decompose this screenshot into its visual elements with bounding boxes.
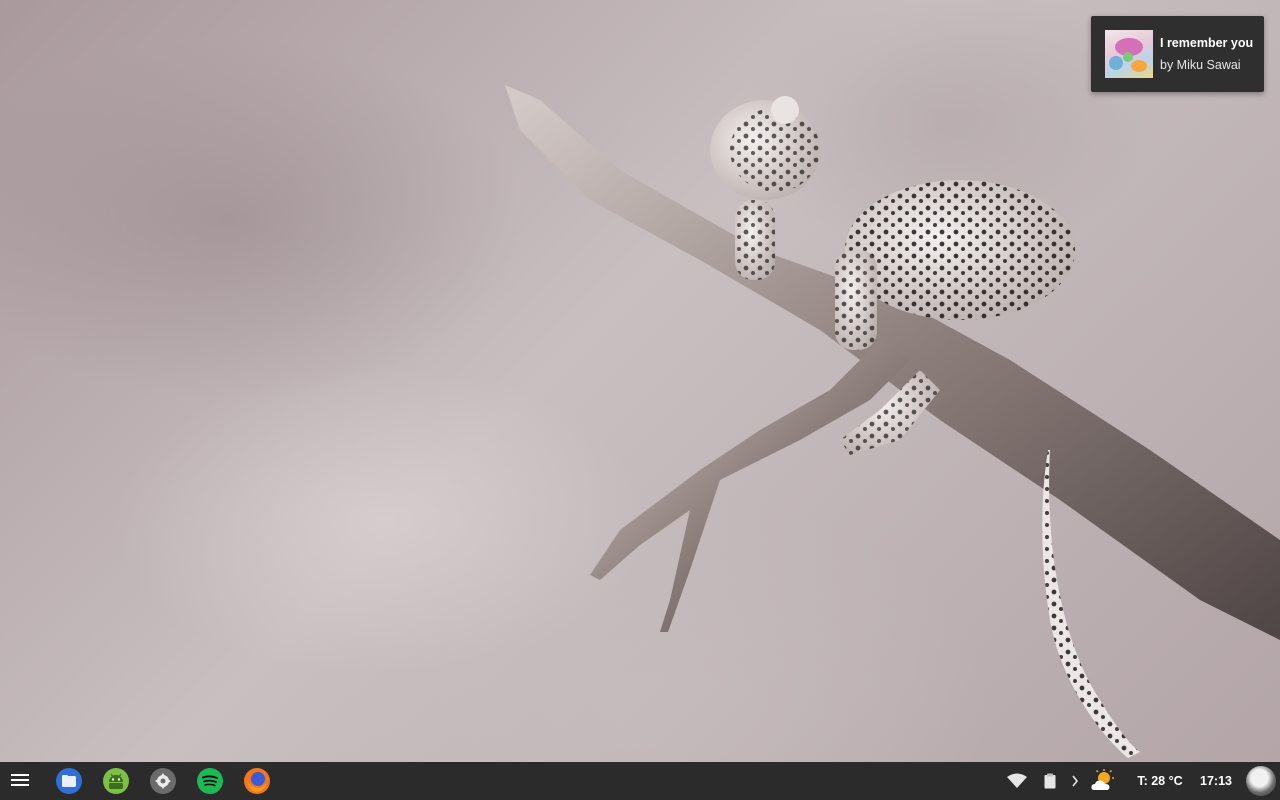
menu-icon[interactable] [10,771,30,791]
temperature-label: T: 28 °C [1137,774,1183,788]
now-playing-notification[interactable]: I remember you by Miku Sawai [1091,16,1264,92]
wifi-icon[interactable] [1004,762,1030,800]
partly-cloudy-icon[interactable] [1088,762,1118,800]
leopard-on-branch-image [505,85,1280,758]
desktop-wallpaper [0,0,1280,762]
firefox-icon[interactable] [243,767,271,795]
clock-label[interactable]: 17:13 [1196,762,1236,800]
android-icon[interactable] [102,767,130,795]
album-art [1105,30,1153,78]
clipboard-icon[interactable] [1040,762,1060,800]
spotify-icon[interactable] [196,767,224,795]
user-avatar[interactable] [1246,766,1276,796]
gear-icon[interactable] [149,767,177,795]
taskbar: T: 28 °C 17:13 [0,762,1280,800]
song-title: I remember you [1160,36,1254,50]
song-artist: by Miku Sawai [1160,58,1241,72]
chevron-right-icon[interactable] [1066,762,1084,800]
files-icon[interactable] [55,767,83,795]
